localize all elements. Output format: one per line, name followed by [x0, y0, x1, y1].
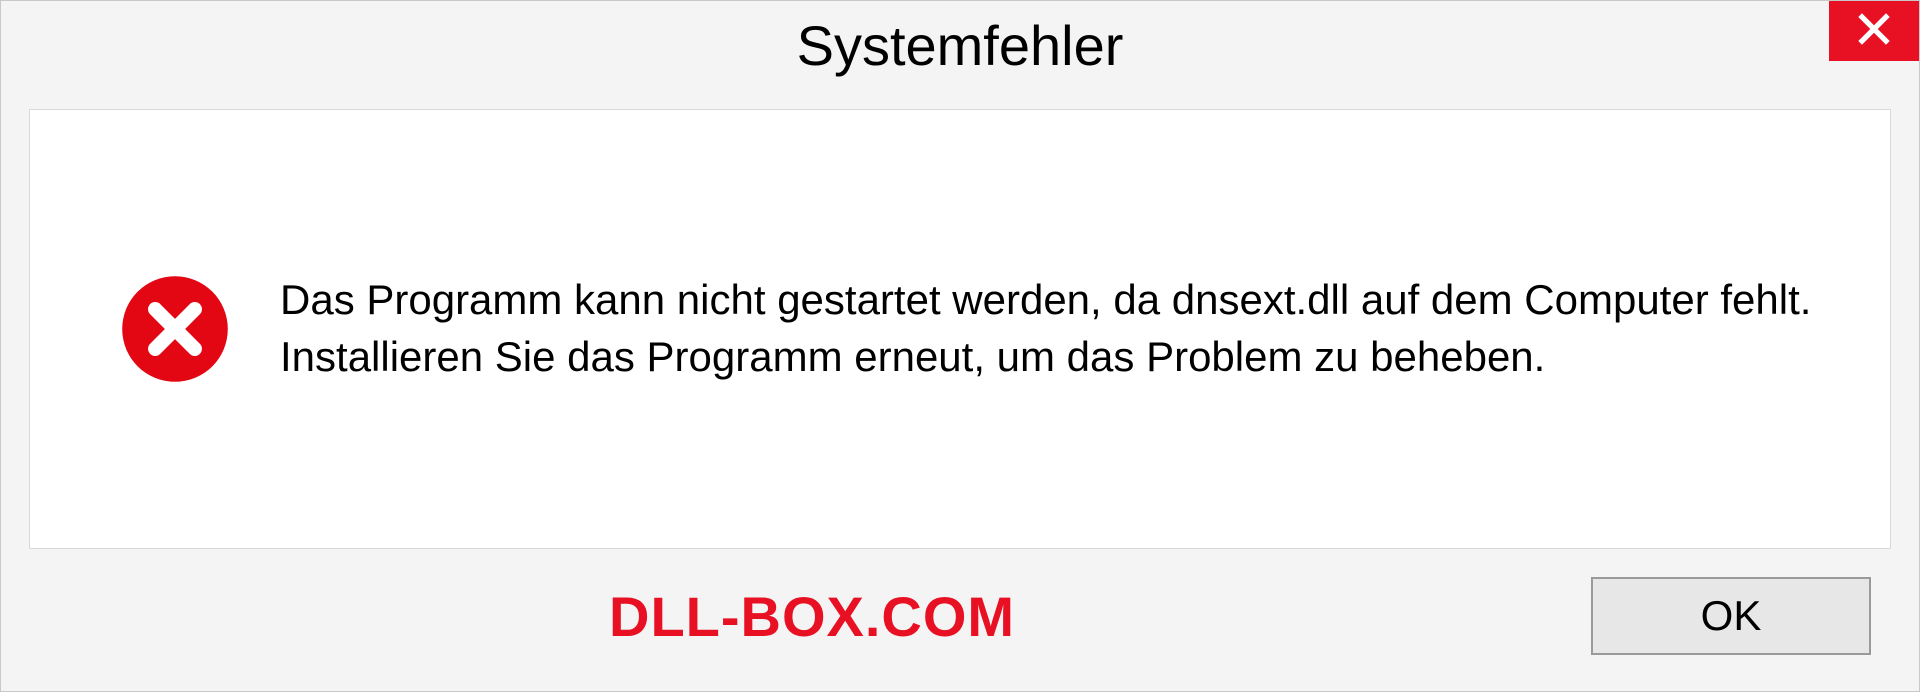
dialog-title: Systemfehler — [797, 13, 1124, 78]
dialog-footer: DLL-BOX.COM OK — [1, 549, 1919, 691]
ok-button[interactable]: OK — [1591, 577, 1871, 655]
message-panel: Das Programm kann nicht gestartet werden… — [29, 109, 1891, 549]
error-icon — [120, 274, 230, 384]
close-button[interactable] — [1829, 1, 1919, 61]
watermark-text: DLL-BOX.COM — [609, 584, 1015, 649]
titlebar: Systemfehler — [1, 1, 1919, 91]
close-icon — [1856, 11, 1892, 52]
system-error-dialog: Systemfehler Das Programm kann nicht ges… — [0, 0, 1920, 692]
error-message: Das Programm kann nicht gestartet werden… — [280, 272, 1830, 385]
